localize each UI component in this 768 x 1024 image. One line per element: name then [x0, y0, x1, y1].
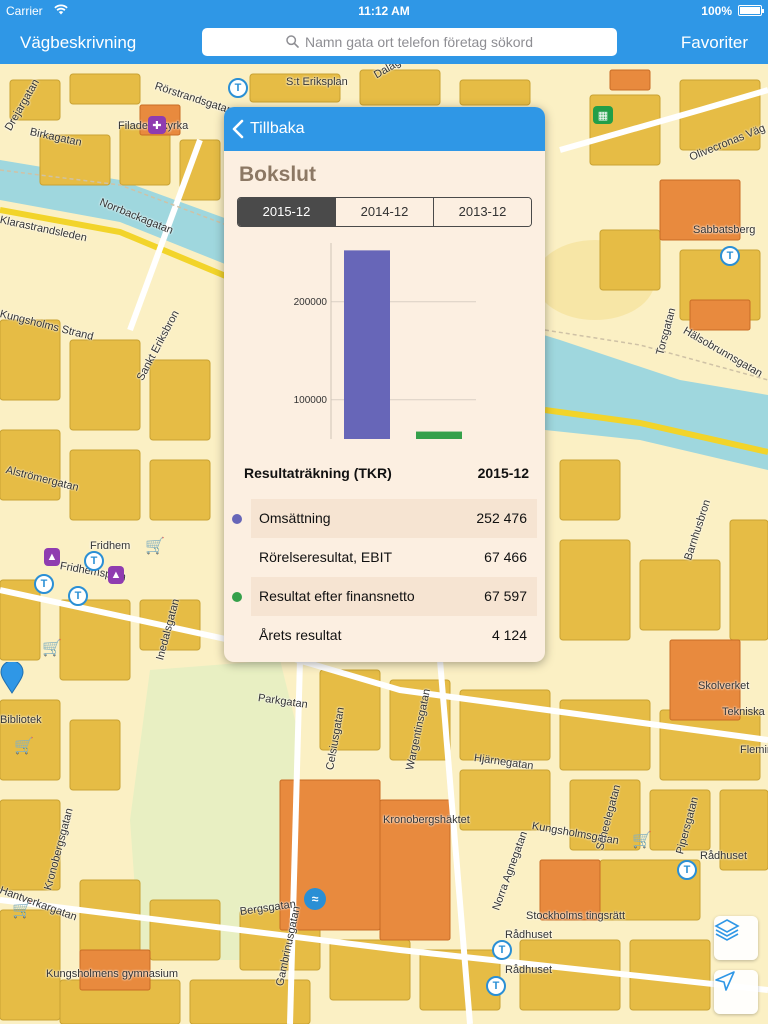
metro-icon[interactable]: T	[677, 860, 697, 880]
row-label: Omsättning	[259, 510, 331, 526]
museum-icon[interactable]: ▦	[593, 106, 613, 124]
page-title: Bokslut	[239, 163, 317, 186]
cart-icon[interactable]: 🛒	[42, 638, 62, 658]
year-segmented-control: 2015-12 2014-12 2013-12	[237, 197, 532, 227]
place-label: Kungsholmens gymnasium	[46, 968, 179, 980]
locate-me-button[interactable]	[714, 970, 758, 1014]
street-label: Fleminggatan	[740, 744, 768, 756]
bar-omsättning[interactable]	[344, 250, 390, 439]
favorites-button[interactable]: Favoriter	[681, 32, 748, 54]
row-label: Årets resultat	[259, 627, 342, 643]
search-input[interactable]: Namn gata ort telefon företag sökord	[202, 28, 617, 56]
table-row: Omsättning 252 476	[232, 499, 537, 538]
legend-dot	[232, 592, 242, 602]
row-label: Rörelseresultat, EBIT	[259, 549, 393, 565]
location-arrow-icon	[715, 971, 735, 991]
table-row: Rörelseresultat, EBIT 67 466	[251, 538, 537, 577]
legend-dot	[232, 514, 242, 524]
metro-icon[interactable]: T	[720, 246, 740, 266]
table-title: Resultaträkning (TKR)	[244, 465, 392, 481]
metro-icon[interactable]: T	[34, 574, 54, 594]
bag-icon[interactable]: ▲	[44, 548, 60, 566]
table-header: Resultaträkning (TKR) 2015-12	[244, 465, 529, 481]
row-value: 67 597	[484, 588, 527, 604]
directions-button[interactable]: Vägbeskrivning	[20, 32, 136, 54]
metro-icon[interactable]: T	[492, 940, 512, 960]
cart-icon[interactable]: 🛒	[14, 736, 34, 756]
cart-icon[interactable]: 🛒	[145, 536, 165, 556]
church-icon[interactable]: ✚	[148, 116, 166, 134]
table-row: Årets resultat 4 124	[251, 616, 537, 655]
metro-icon[interactable]: T	[68, 586, 88, 606]
popover-header: Tillbaka	[224, 107, 545, 151]
place-label: Bibliotek	[0, 714, 42, 726]
search-placeholder: Namn gata ort telefon företag sökord	[304, 34, 534, 50]
bag-icon[interactable]: ▲	[108, 566, 124, 584]
financials-bar-chart: 100000 200000	[294, 243, 476, 439]
row-label: Resultat efter finansnetto	[259, 588, 415, 604]
cart-icon[interactable]: 🛒	[12, 900, 32, 920]
swim-icon[interactable]: ≈	[304, 888, 326, 910]
metro-icon[interactable]: T	[486, 976, 506, 996]
place-label: Rådhuset	[505, 964, 553, 976]
place-label: S:t Eriksplan	[286, 76, 348, 88]
layers-icon	[714, 919, 740, 941]
segment-2015-12[interactable]: 2015-12	[238, 198, 335, 226]
place-label: Sabbatsberg	[693, 224, 756, 236]
bar-resultat-efter-finansnetto[interactable]	[416, 431, 462, 439]
row-value: 252 476	[476, 510, 527, 526]
table-period: 2015-12	[477, 465, 529, 481]
layers-button[interactable]	[714, 916, 758, 960]
segment-2013-12[interactable]: 2013-12	[433, 198, 531, 226]
row-value: 4 124	[491, 627, 527, 643]
place-label: Rådhuset	[700, 850, 748, 862]
place-label: Rådhuset	[505, 929, 553, 941]
metro-icon[interactable]: T	[228, 78, 248, 98]
place-label: Stockholms tingsrätt	[526, 910, 626, 922]
place-label: Skolverket	[698, 680, 750, 692]
back-label: Tillbaka	[250, 120, 305, 137]
chevron-left-icon	[232, 119, 244, 139]
location-pin-icon[interactable]	[0, 662, 24, 694]
battery-percentage: 100%	[701, 4, 732, 18]
place-label: Kronobergshäktet	[383, 814, 470, 826]
y-tick-label: 200000	[294, 297, 328, 308]
company-financials-popover: Tillbaka Bokslut 2015-12 2014-12 2013-12…	[224, 107, 545, 662]
y-tick-label: 100000	[294, 395, 328, 406]
table-row: Resultat efter finansnetto 67 597	[232, 577, 537, 616]
status-time: 11:12 AM	[358, 4, 410, 18]
cart-icon[interactable]: 🛒	[632, 830, 652, 850]
place-label: Fridhem	[90, 540, 131, 552]
metro-icon[interactable]: T	[84, 551, 104, 571]
search-icon	[286, 29, 299, 57]
place-label: Tekniska	[722, 706, 765, 718]
navigation-bar: Carrier 11:12 AM 100% Vägbeskrivning Nam…	[0, 0, 768, 64]
row-value: 67 466	[484, 549, 527, 565]
back-button[interactable]: Tillbaka	[232, 107, 305, 151]
battery-icon	[738, 5, 764, 16]
segment-2014-12[interactable]: 2014-12	[335, 198, 433, 226]
